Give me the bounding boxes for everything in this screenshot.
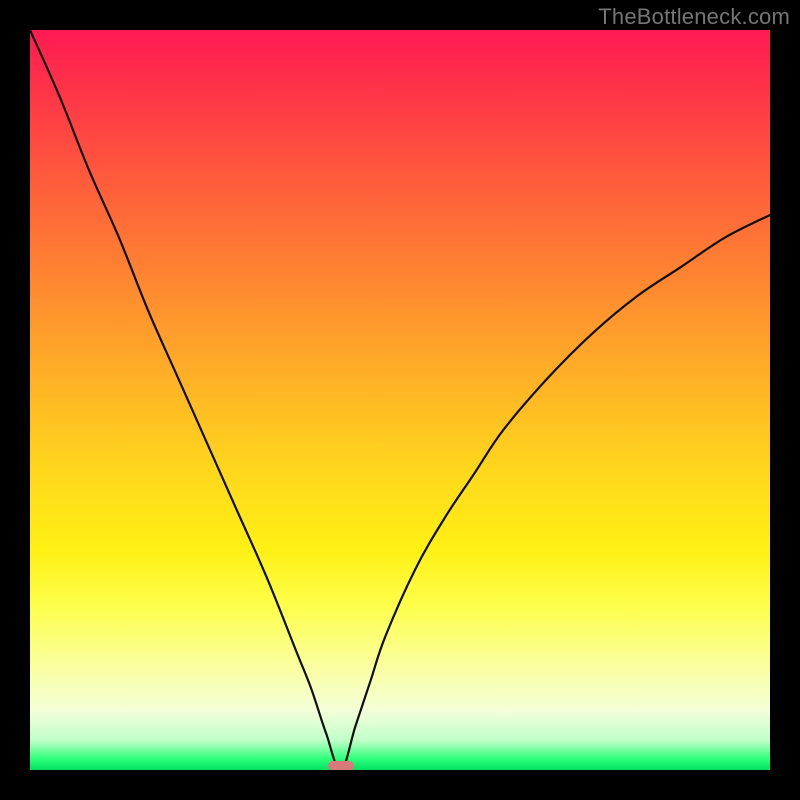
watermark-text: TheBottleneck.com (598, 4, 790, 30)
chart-frame: TheBottleneck.com (0, 0, 800, 800)
plot-area (30, 30, 770, 770)
bottleneck-curve (30, 30, 770, 770)
curve-layer (30, 30, 770, 770)
minimum-marker (328, 761, 354, 770)
